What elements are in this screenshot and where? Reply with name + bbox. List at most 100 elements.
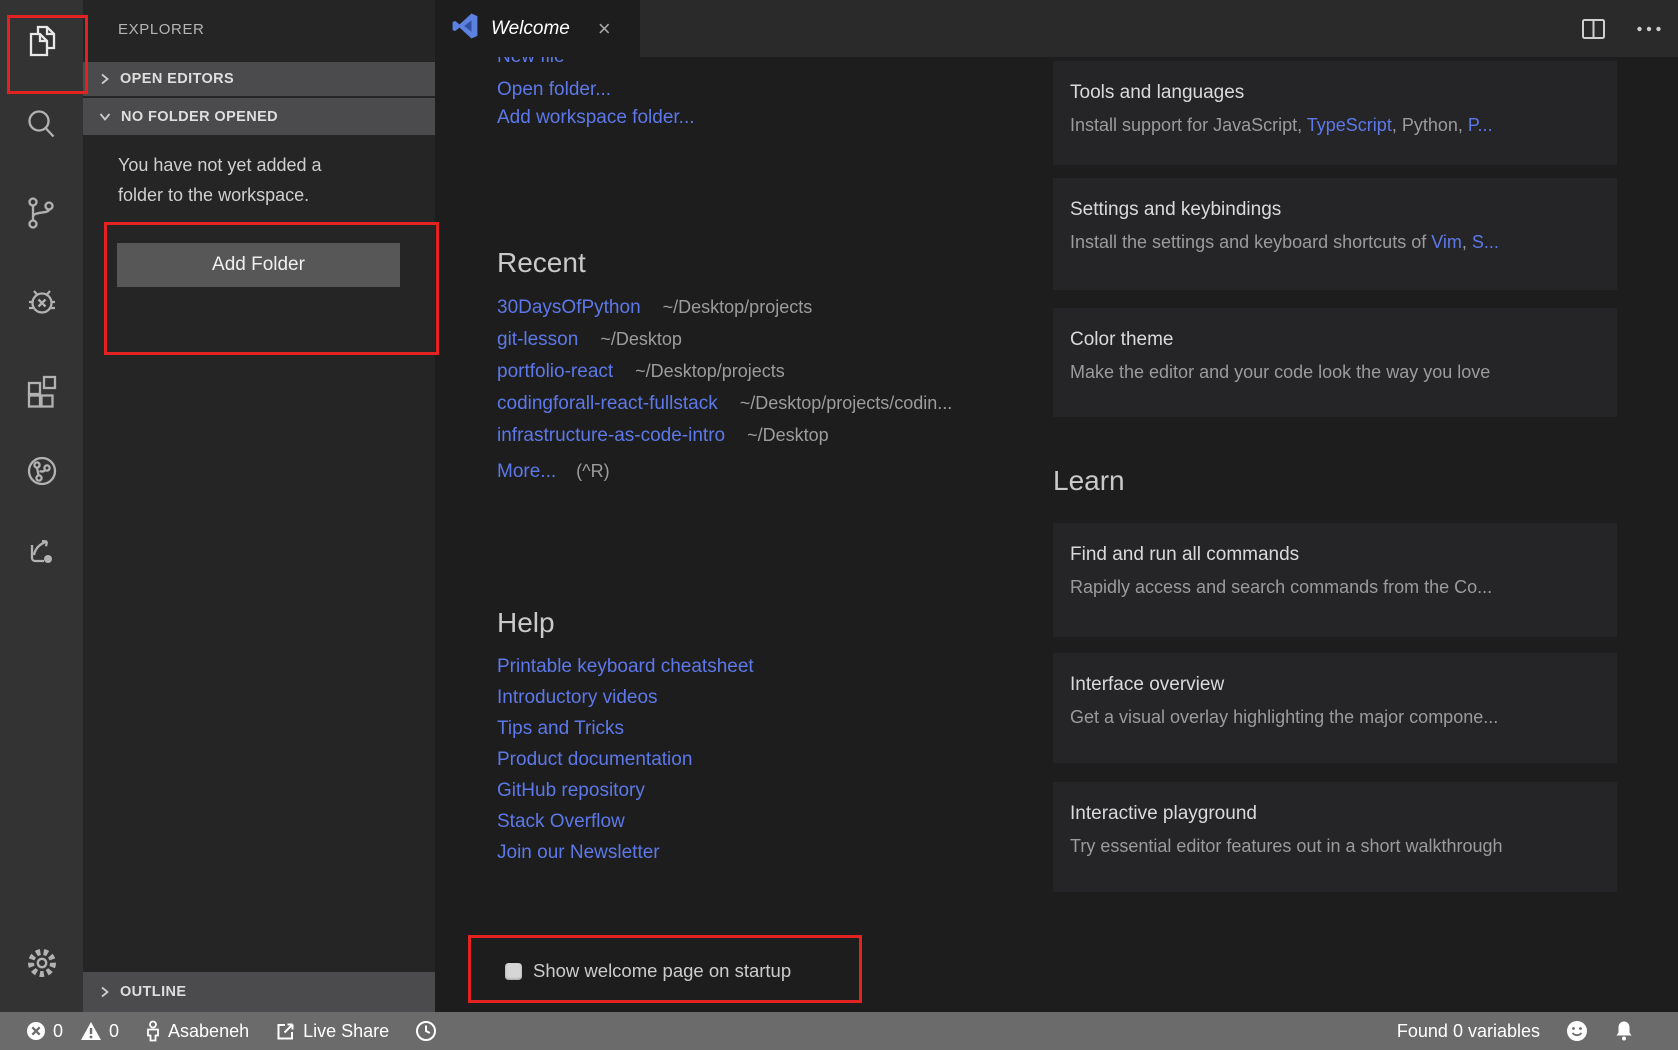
recent-item-path: ~/Desktop	[600, 329, 682, 349]
card-description: Get a visual overlay highlighting the ma…	[1070, 705, 1600, 729]
live-share-status[interactable]: Live Share	[275, 1021, 389, 1042]
recent-item-link[interactable]: codingforall-react-fullstack	[497, 393, 718, 414]
add-folder-button[interactable]: Add Folder	[117, 243, 400, 287]
chevron-right-icon	[99, 73, 110, 85]
help-link-keyboard-cheatsheet[interactable]: Printable keyboard cheatsheet	[497, 656, 754, 678]
open-editors-section-header[interactable]: OPEN EDITORS	[83, 62, 435, 96]
recent-item-link[interactable]: git-lesson	[497, 329, 578, 350]
more-actions-icon[interactable]	[1636, 25, 1662, 33]
tab-welcome[interactable]: Welcome ×	[435, 0, 640, 57]
search-activity-button[interactable]	[0, 98, 83, 158]
tab-title: Welcome	[491, 18, 570, 40]
recent-item-link[interactable]: infrastructure-as-code-intro	[497, 425, 725, 446]
clock-icon	[415, 1020, 437, 1042]
feedback-smiley[interactable]	[1566, 1020, 1588, 1042]
timer-status[interactable]	[415, 1020, 437, 1042]
extensions-activity-button[interactable]	[0, 360, 83, 420]
smiley-icon	[1566, 1020, 1588, 1042]
person-icon	[145, 1020, 161, 1042]
card-title: Interface overview	[1070, 673, 1600, 697]
chevron-down-icon	[99, 111, 111, 122]
notifications-bell[interactable]	[1614, 1020, 1634, 1042]
share-arrow-icon	[20, 528, 64, 577]
gear-icon	[20, 941, 64, 990]
outline-label: OUTLINE	[120, 984, 186, 1000]
card-color-theme[interactable]: Color theme Make the editor and your cod…	[1053, 308, 1617, 417]
vscode-logo-icon	[451, 12, 479, 45]
extensions-icon	[20, 366, 64, 415]
recent-item-path: ~/Desktop	[747, 425, 829, 445]
new-file-link[interactable]: New file	[497, 57, 565, 71]
debug-icon	[20, 279, 64, 328]
error-icon	[26, 1021, 46, 1041]
recent-more-shortcut: (^R)	[576, 461, 609, 481]
help-link-introductory-videos[interactable]: Introductory videos	[497, 687, 658, 709]
recent-item: infrastructure-as-code-intro ~/Desktop	[497, 425, 829, 447]
recent-item: git-lesson ~/Desktop	[497, 329, 682, 351]
tab-bar: Welcome ×	[435, 0, 1678, 57]
vscode-window: EXPLORER OPEN EDITORS NO FOLDER OPENED Y…	[0, 0, 1678, 1050]
outline-section-header[interactable]: OUTLINE	[83, 972, 435, 1012]
card-title: Interactive playground	[1070, 802, 1600, 826]
card-description: Make the editor and your code look the w…	[1070, 360, 1600, 384]
warning-icon	[80, 1021, 102, 1041]
startup-option-row: Show welcome page on startup	[505, 959, 791, 983]
card-interactive-playground[interactable]: Interactive playground Try essential edi…	[1053, 782, 1617, 892]
card-find-run-commands[interactable]: Find and run all commands Rapidly access…	[1053, 523, 1617, 637]
account-status[interactable]: Asabeneh	[145, 1020, 249, 1042]
warning-count: 0	[109, 1021, 119, 1042]
files-icon	[20, 21, 64, 70]
card-settings-and-keybindings[interactable]: Settings and keybindings Install the set…	[1053, 178, 1617, 290]
no-folder-label: NO FOLDER OPENED	[121, 109, 278, 125]
editor-region: Welcome × New file Open folder... Add wo…	[435, 0, 1678, 1012]
recent-item: portfolio-react ~/Desktop/projects	[497, 361, 785, 383]
recent-item-path: ~/Desktop/projects/codin...	[740, 393, 953, 413]
explorer-activity-button[interactable]	[0, 15, 83, 75]
recent-item-path: ~/Desktop/projects	[635, 361, 785, 381]
live-share-circle-icon	[20, 449, 64, 498]
no-folder-section-header[interactable]: NO FOLDER OPENED	[83, 98, 435, 135]
split-editor-icon[interactable]	[1581, 18, 1606, 40]
card-tools-and-languages[interactable]: Tools and languages Install support for …	[1053, 61, 1617, 165]
help-link-product-documentation[interactable]: Product documentation	[497, 749, 692, 771]
recent-item-link[interactable]: portfolio-react	[497, 361, 613, 382]
search-icon	[20, 104, 64, 153]
recent-item-link[interactable]: 30DaysOfPython	[497, 297, 641, 318]
card-description: Install support for JavaScript, TypeScri…	[1070, 113, 1600, 137]
help-link-stack-overflow[interactable]: Stack Overflow	[497, 811, 625, 833]
tab-close-icon[interactable]: ×	[598, 19, 611, 39]
settings-activity-button[interactable]	[0, 935, 83, 995]
found-variables-text: Found 0 variables	[1397, 1021, 1540, 1042]
debug-activity-button[interactable]	[0, 273, 83, 333]
status-bar: 0 0 Asabeneh Live Share Found 0 variable…	[0, 1012, 1678, 1050]
recent-item: codingforall-react-fullstack ~/Desktop/pr…	[497, 393, 952, 415]
card-title: Settings and keybindings	[1070, 198, 1600, 222]
card-title: Color theme	[1070, 328, 1600, 352]
recent-item-path: ~/Desktop/projects	[663, 297, 813, 317]
problems-indicator[interactable]: 0 0	[26, 1021, 119, 1042]
help-link-github-repository[interactable]: GitHub repository	[497, 780, 645, 802]
open-folder-link[interactable]: Open folder...	[497, 76, 611, 104]
card-description: Rapidly access and search commands from …	[1070, 575, 1600, 599]
recent-heading: Recent	[497, 247, 586, 279]
help-link-join-newsletter[interactable]: Join our Newsletter	[497, 842, 660, 864]
source-control-activity-button[interactable]	[0, 185, 83, 245]
live-share-activity-button[interactable]	[0, 443, 83, 503]
recent-more-link[interactable]: More...	[497, 461, 556, 482]
recent-item: 30DaysOfPython ~/Desktop/projects	[497, 297, 812, 319]
share-activity-button[interactable]	[0, 522, 83, 582]
card-title: Find and run all commands	[1070, 543, 1600, 567]
add-workspace-folder-link[interactable]: Add workspace folder...	[497, 104, 695, 132]
account-name: Asabeneh	[168, 1021, 249, 1042]
show-welcome-checkbox[interactable]	[505, 963, 522, 980]
recent-more-row: More... (^R)	[497, 461, 610, 483]
help-heading: Help	[497, 607, 555, 639]
help-link-tips-and-tricks[interactable]: Tips and Tricks	[497, 718, 624, 740]
card-interface-overview[interactable]: Interface overview Get a visual overlay …	[1053, 653, 1617, 763]
chevron-right-icon	[99, 986, 110, 998]
welcome-page: New file Open folder... Add workspace fo…	[435, 57, 1678, 1012]
error-count: 0	[53, 1021, 63, 1042]
activity-bar	[0, 0, 83, 1012]
sidebar-title: EXPLORER	[118, 21, 205, 38]
show-welcome-label: Show welcome page on startup	[533, 960, 791, 982]
